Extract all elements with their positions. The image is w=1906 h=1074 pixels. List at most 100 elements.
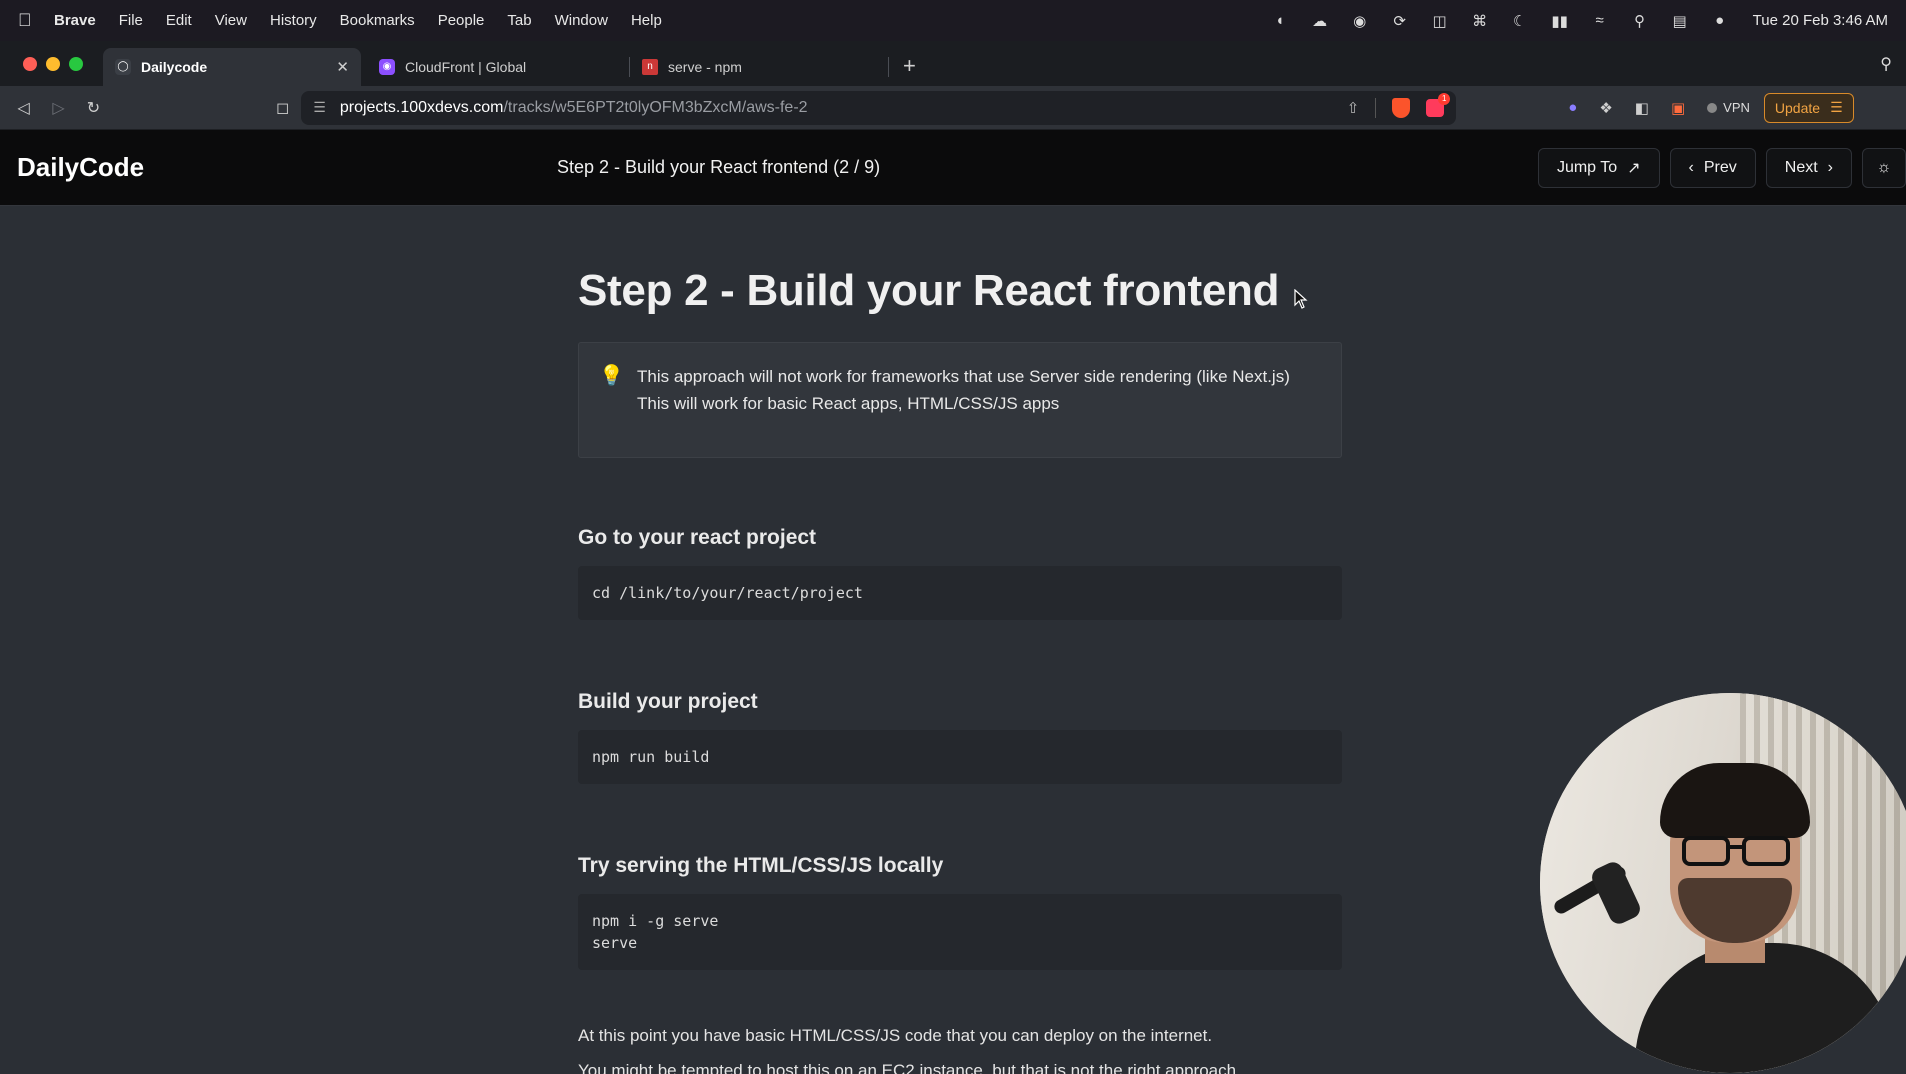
close-tab-icon[interactable]: ✕ [336,58,349,76]
brave-rewards-icon[interactable]: 1 [1426,92,1451,117]
cloud-status-icon[interactable]: ☁ [1309,12,1331,30]
back-arrow-icon[interactable]: ◁ [6,98,41,118]
menu-app-brave[interactable]: Brave [54,12,96,29]
vpn-label: VPN [1723,100,1750,115]
menu-file[interactable]: File [119,12,143,29]
prev-button[interactable]: ‹ Prev [1669,147,1756,188]
brave-shields-icon[interactable] [1392,97,1411,118]
paragraph-ec2: You might be tempted to host this on an … [578,1061,1237,1074]
sync-status-icon[interactable]: ⟳ [1389,12,1411,30]
new-tab-plus-icon[interactable]: + [903,53,916,79]
control-center-icon[interactable]: ▤ [1669,12,1691,30]
dailycode-favicon-icon: ◯ [115,58,131,75]
next-button[interactable]: Next › [1765,147,1852,188]
page-title: Step 2 - Build your React frontend [578,266,1280,315]
address-bar[interactable]: ☰ projects.100xdevs.com/tracks/w5E6PT2t0… [301,90,1457,125]
article: Step 2 - Build your React frontend 💡 Thi… [578,206,1342,1074]
tab-title: serve - npm [668,58,742,75]
section-heading-serve: Try serving the HTML/CSS/JS locally [578,854,944,877]
gift-icon[interactable]: ◫ [1429,12,1451,30]
header-step-title: Step 2 - Build your React frontend (2 / … [557,157,881,177]
zoom-window-button[interactable] [69,56,83,71]
mouse-pointer-icon [1294,289,1308,309]
update-label: Update [1774,99,1821,116]
leo-ai-icon[interactable]: ● [1568,99,1577,116]
code-block-cd[interactable]: cd /link/to/your/react/project [578,566,1342,620]
site-settings-icon[interactable]: ☰ [313,99,326,116]
menu-bookmarks[interactable]: Bookmarks [340,12,415,29]
browser-toolbar: ◁ ▷ ↻ ◻ ☰ projects.100xdevs.com/tracks/w… [0,86,1906,130]
lightbulb-icon: 💡 [599,365,624,387]
moon-icon[interactable]: ☾ [1509,12,1531,30]
app-status-icon[interactable]: ◖ [1269,12,1291,30]
sidebar-toggle-icon[interactable]: ◧ [1635,99,1649,117]
menu-history[interactable]: History [270,12,317,29]
jump-to-button[interactable]: Jump To ↗ [1537,147,1660,188]
spotlight-search-icon[interactable]: ⚲ [1629,12,1651,30]
forward-arrow-icon[interactable]: ▷ [41,98,76,118]
url-path: /tracks/w5E6PT2t0lyOFM3bZxcM/aws-fe-2 [503,98,808,116]
tab-title: Dailycode [141,58,208,75]
code-block-serve[interactable]: npm i -g serve serve [578,894,1342,970]
tab-serve-npm[interactable]: n serve - npm [630,48,888,86]
battery-icon[interactable]: ▮▮ [1549,12,1571,30]
paragraph-deploy: At this point you have basic HTML/CSS/JS… [578,1026,1213,1045]
cloudfront-favicon-icon: ◉ [379,58,395,75]
npm-favicon-icon: n [642,58,658,75]
tab-divider [888,56,889,77]
prev-label: Prev [1703,158,1737,176]
address-divider [1375,97,1377,118]
macos-menu-bar:  Brave File Edit View History Bookmarks… [0,0,1906,41]
theme-toggle-icon: ☼ [1876,158,1892,176]
vpn-button[interactable]: VPN [1707,100,1750,115]
site-logo[interactable]: DailyCode [17,152,557,183]
siri-icon[interactable]: ● [1709,12,1731,30]
callout-text: This approach will not work for framewor… [637,363,1317,457]
wifi-icon[interactable]: ≈ [1589,12,1611,30]
update-button[interactable]: Update ☰ [1763,92,1854,123]
menu-tab[interactable]: Tab [507,12,531,29]
status-icons: ◖ ☁ ◉ ⟳ ◫ ⌘ ☾ ▮▮ ≈ ⚲ ▤ ● Tue 20 Feb 3:46… [1269,12,1888,30]
menubar-clock[interactable]: Tue 20 Feb 3:46 AM [1753,12,1888,29]
header-actions: Jump To ↗ ‹ Prev Next › ☼ [1537,147,1906,188]
browser-tab-strip: ◯ Dailycode ✕ ◉ CloudFront | Global n se… [0,41,1906,86]
webcam-video-overlay [1540,693,1906,1073]
menu-help[interactable]: Help [631,12,662,29]
callout-note: 💡 This approach will not work for framew… [578,342,1342,458]
window-controls [23,56,83,71]
menu-window[interactable]: Window [555,12,608,29]
tab-search-icon[interactable]: ⚲ [1880,54,1892,74]
menu-people[interactable]: People [438,12,485,29]
chevron-right-icon: › [1827,158,1833,176]
theme-toggle-button[interactable]: ☼ [1862,147,1906,188]
callout-line-2: This will work for basic React apps, HTM… [637,394,1060,413]
extensions-puzzle-icon[interactable]: ❖ [1599,99,1612,117]
reload-icon[interactable]: ↻ [76,98,111,118]
command-icon[interactable]: ⌘ [1469,12,1491,30]
chevron-left-icon: ‹ [1688,158,1694,176]
menu-view[interactable]: View [215,12,247,29]
close-window-button[interactable] [23,56,37,71]
apple-icon[interactable]:  [18,10,40,31]
wallet-icon[interactable]: ▣ [1671,99,1685,117]
site-header: DailyCode Step 2 - Build your React fron… [0,130,1906,206]
next-label: Next [1784,158,1818,176]
tab-cloudfront[interactable]: ◉ CloudFront | Global [367,48,629,86]
extension-icons: ● ❖ ◧ ▣ [1568,99,1685,117]
rewards-badge: 1 [1438,92,1451,105]
jump-to-label: Jump To [1556,158,1618,176]
share-icon[interactable]: ⇧ [1347,99,1360,117]
url-host: projects.100xdevs.com [339,98,504,116]
vpn-status-icon [1707,102,1718,113]
tab-dailycode[interactable]: ◯ Dailycode ✕ [103,47,361,86]
callout-line-1: This approach will not work for framewor… [637,367,1290,386]
bookmark-icon[interactable]: ◻ [276,98,289,118]
glasses-icon [1682,836,1790,866]
minimize-window-button[interactable] [46,56,60,71]
hamburger-menu-icon: ☰ [1830,99,1843,115]
menu-extra-icon[interactable]: ◉ [1349,12,1371,30]
code-block-build[interactable]: npm run build [578,730,1342,784]
section-heading-build: Build your project [578,690,758,713]
menu-edit[interactable]: Edit [166,12,192,29]
tab-title: CloudFront | Global [405,58,527,75]
